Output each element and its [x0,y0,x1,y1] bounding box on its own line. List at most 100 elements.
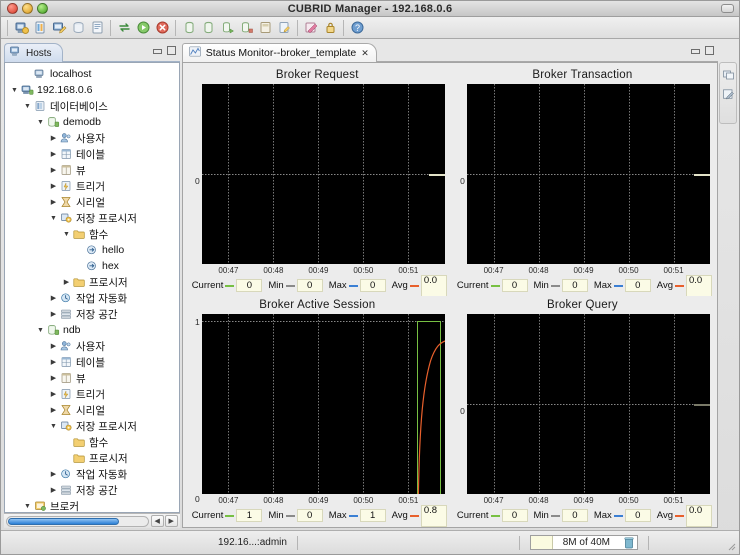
legend-label-min: Min [533,510,549,521]
tree-item[interactable]: ▶ 시리얼 [5,194,179,210]
tree-item-label: 뷰 [76,372,86,385]
close-tab-icon[interactable]: ✕ [361,48,369,59]
chart-canvas[interactable] [466,314,710,494]
host-dashboard-icon[interactable] [88,19,106,37]
chevron-right-icon[interactable]: ▶ [48,373,59,384]
database-2-icon[interactable] [199,19,217,37]
edit-host-icon[interactable] [50,19,68,37]
host-properties-icon[interactable] [31,19,49,37]
minimize-editor-button[interactable] [690,46,701,56]
chart-canvas[interactable] [466,84,710,264]
tree-item[interactable]: ▶ 뷰 [5,370,179,386]
hscrollbar-track[interactable] [6,515,149,527]
hosts-tree-hscrollbar[interactable]: ◀ ▶ [4,513,180,528]
scroll-right-button[interactable]: ▶ [164,515,178,527]
tab-hosts[interactable]: Hosts [4,43,63,62]
tree-item[interactable]: 프로시저 [5,450,179,466]
maximize-editor-button[interactable] [704,46,715,56]
tree-item[interactable]: localhost [5,66,179,82]
database-backup-icon[interactable] [256,19,274,37]
tree-item[interactable]: ▼ demodb [5,114,179,130]
tree-item[interactable]: ▶ 사용자 [5,338,179,354]
tree-item-label: hex [102,260,119,272]
chevron-right-icon[interactable]: ▶ [48,389,59,400]
chevron-down-icon[interactable]: ▼ [9,85,20,96]
chevron-right-icon[interactable]: ▶ [48,341,59,352]
statusbar-separator [296,535,298,550]
chevron-down-icon[interactable]: ▼ [35,325,46,336]
minimize-hosts-view-button[interactable] [152,46,163,56]
start-service-icon[interactable] [134,19,152,37]
hscrollbar-thumb[interactable] [8,517,120,525]
trash-icon[interactable] [622,536,635,550]
resize-grip[interactable] [724,539,736,551]
chevron-right-icon[interactable]: ▶ [48,405,59,416]
tree-item[interactable]: ▶ 테이블 [5,146,179,162]
chevron-right-icon[interactable]: ▶ [48,181,59,192]
chevron-right-icon[interactable]: ▶ [48,165,59,176]
tree-item[interactable]: ▶ 뷰 [5,162,179,178]
add-host-icon[interactable] [12,19,30,37]
chevron-down-icon[interactable]: ▼ [48,421,59,432]
tree-item[interactable]: ▼ 브로커 [5,498,179,513]
tree-item[interactable]: ▶ 트리거 [5,178,179,194]
chevron-down-icon[interactable]: ▼ [22,101,33,112]
tree-item[interactable]: hello [5,242,179,258]
heap-status-monitor[interactable]: 8M of 40M [529,535,638,550]
tree-item[interactable]: ▶ 사용자 [5,130,179,146]
tree-item[interactable]: ▶ 저장 공간 [5,306,179,322]
tree-item[interactable]: ▶ 작업 자동화 [5,290,179,306]
tree-item[interactable]: ▶ 시리얼 [5,402,179,418]
chevron-right-icon[interactable]: ▶ [48,133,59,144]
tab-status-monitor[interactable]: Status Monitor--broker_template ✕ [181,43,377,62]
chevron-down-icon[interactable]: ▼ [61,229,72,240]
hosts-tree[interactable]: localhost ▼ 192.168.0.6 ▼ 데이터베이스 ▼ demodb ▶ 사용자 ▶… [4,62,180,513]
tree-item[interactable]: ▼ 함수 [5,226,179,242]
tree-item[interactable]: ▶ 테이블 [5,354,179,370]
help-icon[interactable]: ? [348,19,366,37]
chevron-down-icon[interactable]: ▼ [22,501,33,512]
chevron-right-icon[interactable]: ▶ [48,469,59,480]
start-database-icon[interactable] [218,19,236,37]
chart-canvas[interactable] [201,314,445,494]
tree-item[interactable]: ▼ ndb [5,322,179,338]
tree-item[interactable]: ▼ 저장 프로시저 [5,210,179,226]
function-icon [85,244,99,257]
database-edit-icon[interactable] [275,19,293,37]
tree-item[interactable]: hex [5,258,179,274]
chevron-right-icon[interactable]: ▶ [48,485,59,496]
tree-item[interactable]: ▼ 저장 프로시저 [5,418,179,434]
tree-item[interactable]: ▶ 저장 공간 [5,482,179,498]
tree-item[interactable]: ▼ 192.168.0.6 [5,82,179,98]
query-editor-icon[interactable] [302,19,320,37]
stop-service-icon[interactable] [153,19,171,37]
chart-canvas[interactable] [201,84,445,264]
database-icon[interactable] [180,19,198,37]
chevron-right-icon[interactable]: ▶ [48,309,59,320]
maximize-hosts-view-button[interactable] [166,46,177,56]
connect-host-icon[interactable] [69,19,87,37]
chevron-right-icon[interactable]: ▶ [48,197,59,208]
refresh-icon[interactable] [115,19,133,37]
tree-item[interactable]: ▶ 트리거 [5,386,179,402]
users-icon [59,132,73,145]
tree-item[interactable]: ▼ 데이터베이스 [5,98,179,114]
lock-icon[interactable] [321,19,339,37]
tree-item[interactable]: ▶ 프로시저 [5,274,179,290]
chevron-right-icon[interactable]: ▶ [61,277,72,288]
open-perspective-icon[interactable] [721,87,736,102]
scroll-left-button[interactable]: ◀ [150,515,164,527]
restore-perspective-icon[interactable] [721,67,736,82]
chevron-down-icon[interactable]: ▼ [48,213,59,224]
tree-item-label: 저장 프로시저 [76,420,137,433]
chevron-right-icon[interactable]: ▶ [48,293,59,304]
tree-item[interactable]: 함수 [5,434,179,450]
tree-item[interactable]: ▶ 작업 자동화 [5,466,179,482]
tree-item-label: 사용자 [76,340,105,353]
legend-color-swatch-avg [409,514,419,517]
chevron-down-icon[interactable]: ▼ [35,117,46,128]
toolbar-toggle-button[interactable] [721,4,734,13]
chevron-right-icon[interactable]: ▶ [48,357,59,368]
chevron-right-icon[interactable]: ▶ [48,149,59,160]
stop-database-icon[interactable] [237,19,255,37]
